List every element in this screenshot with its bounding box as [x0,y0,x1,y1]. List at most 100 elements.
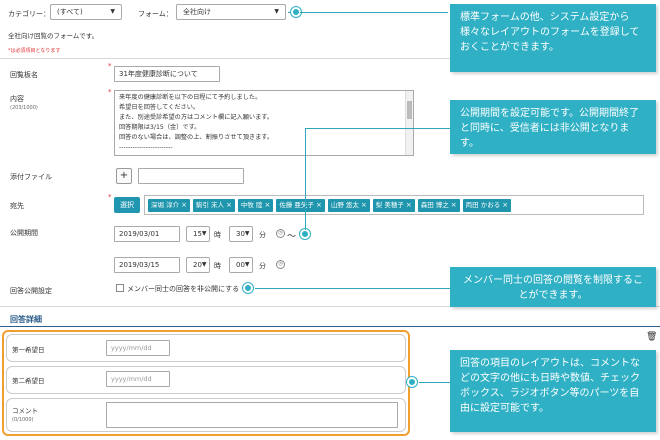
content-line: 来年度の健康診断を以下の日程にて予約しました。 [119,94,262,101]
connector-line [305,128,306,230]
mutual-label: 回答公開設定 [10,287,52,295]
recipient-tag[interactable]: 山野 悠太 × [327,199,370,212]
start-min-select[interactable]: 30 ▼ [229,226,253,242]
comment-count: (0/1000) [12,417,34,423]
content-label: 内容 [10,95,24,103]
select-recipients-button[interactable]: 選択 [114,197,140,213]
callout-form-layout: 標準フォームの他、システム設定から様々なレイアウトのフォームを登録しておくことが… [450,4,656,72]
remove-icon[interactable]: × [361,199,367,212]
mutual-checkbox[interactable] [116,284,124,292]
recipient-tag[interactable]: 森田 博之 × [417,199,460,212]
period-label: 公開期間 [10,229,38,237]
attachment-field[interactable] [138,168,244,184]
dropdown-arrow-icon: ▼ [201,230,207,237]
end-date-input[interactable]: 2019/03/15 [114,257,180,273]
content-line: 回答のない場合は、調整の上、割振りさせて頂きます。 [119,134,274,141]
recipient-tag[interactable]: 深堀 淳介 × [148,199,190,212]
attach-label: 添付ファイル [10,173,52,181]
recipient-name: 梨 美穂子 [375,201,404,209]
answer-row-label: 第一希望日 [12,346,45,354]
answer-date-input[interactable]: yyyy/mm/dd [106,371,170,387]
remove-icon[interactable]: × [316,199,322,212]
end-hour-value: 20 [193,261,202,269]
callout-mutual: メンバー同士の回答の閲覧を制限することができます。 [450,267,656,307]
clock-icon[interactable]: ◷ [276,260,285,269]
answer-row-label: 第二希望日 [12,377,45,385]
recipient-name: 森田 博之 [420,201,449,209]
required-mark: * [108,193,112,201]
recipient-tag[interactable]: 梨 美穂子 × [372,199,415,212]
tilde: ～ [287,232,297,242]
callout-answer-layout: 回答の項目のレイアウトは、コメントなどの文字の他にも日時や数値、チェックボックス… [450,350,656,432]
form-value: 全社向け [183,8,211,16]
answer-date-input[interactable]: yyyy/mm/dd [106,340,170,356]
form-label: フォーム： [138,10,173,18]
remove-icon[interactable]: × [406,199,412,212]
recipient-list: 深堀 淳介 × 駒引 末人 × 中牧 陸 × 佐藤 亜矢子 × 山野 悠太 × 梨 美穂子… [144,195,644,215]
clock-icon[interactable]: ◷ [276,229,285,238]
content-line: また、別途受診希望の方はコメント欄に記入願います。 [119,114,274,121]
recipient-tag[interactable]: 中牧 陸 × [237,199,274,212]
content-line: 希望日を回答してください。 [119,104,200,111]
trash-icon[interactable]: 🗑 [646,332,657,342]
start-date-input[interactable]: 2019/03/01 [114,226,180,242]
answer-row [6,366,406,394]
callout-marker [407,377,417,387]
callout-marker [243,283,253,293]
remove-icon[interactable]: × [451,199,457,212]
comment-label: コメント [12,407,38,415]
dest-label: 宛先 [10,202,24,210]
connector-line [419,382,450,383]
recipient-name: 駒引 末人 [195,201,225,209]
start-hour-value: 15 [193,230,202,238]
content-textarea[interactable]: 来年度の健康診断を以下の日程にて予約しました。 希望日を回答してください。 また… [114,90,414,156]
answer-row [6,334,406,362]
comment-textarea[interactable] [106,402,398,428]
content-line: ------------------------ [119,144,173,151]
start-hour-select[interactable]: 15 ▼ [186,226,210,242]
dropdown-arrow-icon: ▼ [244,261,250,268]
connector-line [255,288,450,289]
category-select[interactable]: (すべて) ▼ [50,4,122,20]
remove-icon[interactable]: × [181,199,187,212]
recipient-name: 山野 悠太 [330,201,359,209]
dropdown-arrow-icon: ▼ [244,230,250,237]
required-mark: * [108,62,112,70]
end-min-value: 00 [236,261,245,269]
recipient-tag[interactable]: 駒引 末人 × [192,199,235,212]
connector-line [300,12,448,13]
title-input[interactable]: 31年度健康診断について [114,66,220,82]
add-attachment-button[interactable]: + [116,168,132,184]
form-description: 全社向け回覧のフォームです。 [8,32,99,40]
connector-line [305,128,450,129]
category-value: (すべて) [57,8,83,16]
remove-icon[interactable]: × [502,199,508,212]
category-label: カテゴリー： [8,10,50,18]
dropdown-arrow-icon: ▼ [201,261,207,268]
mutual-checkbox-label: メンバー同士の回答を非公開にする [127,285,240,293]
min-unit: 分 [259,231,266,239]
required-note: *は必須項目となります [8,48,61,54]
required-mark: * [108,88,112,96]
hour-unit: 時 [214,262,221,270]
remove-icon[interactable]: × [264,199,270,212]
dropdown-arrow-icon: ▼ [274,8,279,15]
divider [0,326,660,327]
recipient-name: 深堀 淳介 [151,201,180,209]
scrollbar[interactable] [405,91,413,155]
recipient-name: 両田 かおる [465,201,501,209]
min-unit: 分 [259,262,266,270]
scrollbar-thumb[interactable] [407,101,412,119]
end-hour-select[interactable]: 20 ▼ [186,257,210,273]
start-min-value: 30 [236,230,245,238]
recipient-tag[interactable]: 佐藤 亜矢子 × [276,199,325,212]
content-count: (203/1000) [10,105,38,111]
recipient-tag[interactable]: 両田 かおる × [462,199,512,212]
end-min-select[interactable]: 00 ▼ [229,257,253,273]
dropdown-arrow-icon: ▼ [110,8,115,15]
remove-icon[interactable]: × [226,199,232,212]
hour-unit: 時 [214,231,221,239]
form-select[interactable]: 全社向け ▼ [176,4,286,20]
callout-marker [300,229,310,239]
recipient-name: 中牧 陸 [240,201,263,209]
